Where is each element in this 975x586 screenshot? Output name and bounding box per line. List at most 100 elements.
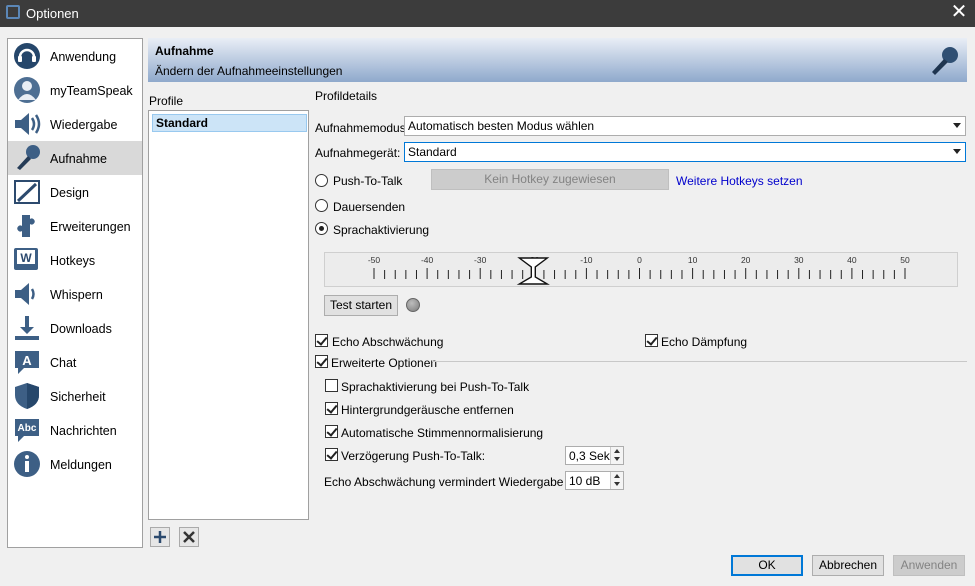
close-icon[interactable]: ✕: [949, 1, 969, 23]
sidebar-item-myteamspeak[interactable]: myTeamSpeak: [8, 73, 142, 107]
meter-tick-label: 10: [688, 255, 698, 265]
hotkey-button[interactable]: Kein Hotkey zugewiesen: [431, 169, 669, 190]
sidebar-item-meldungen[interactable]: Meldungen: [8, 447, 142, 481]
speaker-icon: [15, 113, 41, 135]
sidebar-item-label: Hotkeys: [50, 254, 96, 268]
continuous-transmission-label: Dauersenden: [333, 200, 406, 214]
level-indicator-led: [406, 298, 420, 312]
app-icon: [6, 5, 20, 19]
download-icon: [15, 316, 39, 340]
sidebar-item-label: Sicherheit: [50, 390, 106, 404]
advanced-options-checkbox[interactable]: [315, 355, 328, 368]
microphone-icon: [932, 47, 958, 75]
echo-reduction-checkbox[interactable]: [315, 334, 328, 347]
push-to-talk-radio[interactable]: [315, 174, 328, 187]
message-icon: Abc: [15, 419, 39, 442]
more-hotkeys-link[interactable]: Weitere Hotkeys setzen: [676, 174, 803, 188]
recording-mode-select[interactable]: Automatisch besten Modus wählen: [404, 116, 966, 136]
sidebar-item-label: Wiedergabe: [50, 118, 118, 132]
echo-cancellation-checkbox[interactable]: [645, 334, 658, 347]
echo-reduce-playback-spinbox[interactable]: 10 dB: [565, 471, 624, 490]
meter-tick-label: 40: [847, 255, 857, 265]
sidebar-item-label: Anwendung: [50, 50, 117, 64]
keyboard-key-icon: W: [14, 248, 38, 270]
page-title: Aufnahme: [155, 44, 214, 58]
profile-list: Standard: [148, 110, 309, 520]
spin-arrows-icon[interactable]: [610, 447, 623, 464]
sidebar-item-anwendung[interactable]: Anwendung: [8, 39, 142, 73]
sidebar-item-wiedergabe[interactable]: Wiedergabe: [8, 107, 142, 141]
spin-arrows-icon[interactable]: [610, 472, 623, 489]
profile-item-standard[interactable]: Standard: [152, 114, 307, 132]
threshold-slider-handle[interactable]: [516, 257, 550, 285]
chevron-down-icon: [953, 123, 961, 128]
ok-button[interactable]: OK: [731, 555, 803, 576]
meter-scale: -50-40-30-20-1001020304050: [368, 255, 910, 285]
meter-tick-label: -10: [580, 255, 593, 265]
window-title: Optionen: [26, 6, 79, 21]
plus-icon: [154, 531, 166, 543]
voice-activation-meter[interactable]: -50-40-30-20-1001020304050: [324, 252, 958, 287]
page-header: Aufnahme Ändern der Aufnahmeeinstellunge…: [148, 38, 967, 82]
recording-mode-label: Aufnahmemodus:: [315, 121, 410, 135]
puzzle-icon: [17, 215, 35, 237]
sidebar-item-label: Design: [50, 186, 89, 200]
remove-noise-checkbox[interactable]: [325, 402, 338, 415]
auto-normalization-label: Automatische Stimmennormalisierung: [341, 426, 544, 440]
sidebar-item-whispern[interactable]: Whispern: [8, 277, 142, 311]
sidebar-item-label: Whispern: [50, 288, 103, 302]
voice-on-ptt-checkbox[interactable]: [325, 379, 338, 392]
sidebar-item-erweiterungen[interactable]: Erweiterungen: [8, 209, 142, 243]
meter-tick-label: 0: [637, 255, 642, 265]
echo-reduce-playback-value: 10 dB: [569, 474, 601, 488]
chat-icon: A: [15, 351, 39, 374]
profile-details-title: Profildetails: [315, 89, 378, 103]
sidebar-item-sicherheit[interactable]: Sicherheit: [8, 379, 142, 413]
svg-text:A: A: [22, 353, 32, 368]
svg-text:Abc: Abc: [18, 423, 37, 434]
sidebar-item-label: myTeamSpeak: [50, 84, 133, 98]
ptt-delay-label: Verzögerung Push-To-Talk:: [341, 449, 486, 463]
voice-activation-radio[interactable]: [315, 222, 328, 235]
continuous-transmission-radio[interactable]: [315, 199, 328, 212]
meter-tick-label: 30: [794, 255, 804, 265]
svg-text:W: W: [20, 251, 32, 265]
advanced-options-label: Erweiterte Optionen: [331, 356, 438, 370]
design-icon: [14, 180, 40, 204]
echo-reduce-playback-label: Echo Abschwächung vermindert Wiedergabe …: [324, 475, 587, 489]
profiles-label: Profile: [149, 94, 184, 108]
meter-tick-label: 20: [741, 255, 751, 265]
sidebar-item-design[interactable]: Design: [8, 175, 142, 209]
delete-profile-button[interactable]: [179, 527, 199, 547]
add-profile-button[interactable]: [150, 527, 170, 547]
shield-icon: [15, 383, 39, 409]
user-icon: [14, 77, 40, 103]
sidebar-item-chat[interactable]: A Chat: [8, 345, 142, 379]
auto-normalization-checkbox[interactable]: [325, 425, 338, 438]
headset-icon: [14, 43, 40, 69]
test-start-button[interactable]: Test starten: [324, 295, 398, 316]
meter-tick-label: -30: [474, 255, 487, 265]
voice-activation-label: Sprachaktivierung: [333, 223, 430, 237]
meter-tick-label: -40: [421, 255, 434, 265]
echo-cancellation-label: Echo Dämpfung: [661, 335, 748, 349]
sidebar-item-label: Meldungen: [50, 458, 112, 472]
sidebar-item-downloads[interactable]: Downloads: [8, 311, 142, 345]
sidebar-item-hotkeys[interactable]: W Hotkeys: [8, 243, 142, 277]
whisper-icon: [15, 283, 35, 305]
sidebar-item-label: Nachrichten: [50, 424, 117, 438]
apply-button[interactable]: Anwenden: [893, 555, 965, 576]
sidebar-item-nachrichten[interactable]: Abc Nachrichten: [8, 413, 142, 447]
ptt-delay-checkbox[interactable]: [325, 448, 338, 461]
ptt-delay-spinbox[interactable]: 0,3 Sek: [565, 446, 624, 465]
sidebar-item-aufnahme[interactable]: Aufnahme: [8, 141, 142, 175]
ptt-delay-value: 0,3 Sek: [569, 449, 610, 463]
page-subtitle: Ändern der Aufnahmeeinstellungen: [155, 64, 343, 78]
cancel-button[interactable]: Abbrechen: [812, 555, 884, 576]
recording-device-select[interactable]: Standard: [404, 142, 966, 162]
sidebar-item-label: Chat: [50, 356, 77, 370]
remove-noise-label: Hintergrundgeräusche entfernen: [341, 403, 514, 417]
title-bar: Optionen ✕: [0, 0, 975, 27]
sidebar: Anwendung myTeamSpeak Wiedergabe Aufnahm…: [7, 38, 143, 548]
delete-icon: [183, 531, 195, 543]
